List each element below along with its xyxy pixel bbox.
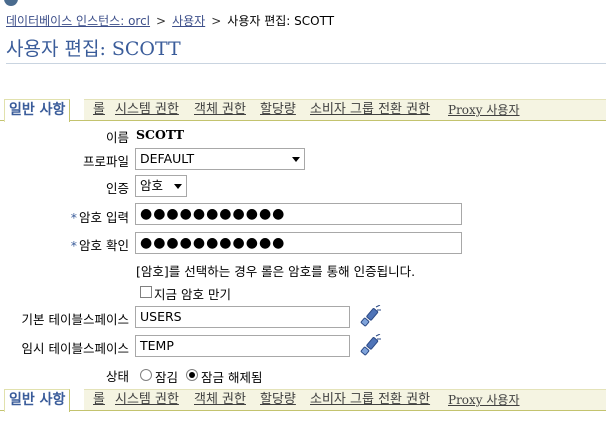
flashlight-search-icon[interactable] (358, 334, 382, 358)
name-label: 이름 (105, 130, 129, 145)
tab-roles[interactable]: 롤 (93, 101, 105, 121)
auth-select-value: 암호 (140, 178, 164, 193)
tab-bar-top: 일반 사항 롤 시스템 권한 객체 권한 할당량 소비자 그룹 전환 권한 Pr… (0, 99, 606, 122)
name-value: SCOTT (136, 127, 185, 142)
tab-quotas[interactable]: 할당량 (260, 101, 296, 121)
profile-select[interactable]: DEFAULT (135, 148, 305, 170)
tab-bar-bottom: 일반 사항 롤 시스템 권한 객체 권한 할당량 소비자 그룹 전환 권한 Pr… (0, 389, 606, 412)
required-asterisk: * (70, 210, 78, 225)
profile-label: 프로파일 (82, 154, 129, 169)
tab-general[interactable]: 일반 사항 (4, 389, 71, 412)
header-logo-fragment (4, 0, 18, 6)
status-locked-label: 잠김 (155, 370, 179, 385)
breadcrumb-separator: > (156, 14, 167, 28)
default-tablespace-input[interactable]: USERS (135, 306, 350, 328)
expire-password-label: 지금 암호 만기 (154, 287, 231, 302)
flashlight-search-icon[interactable] (358, 305, 382, 329)
tab-consumer-group-switch[interactable]: 소비자 그룹 전환 권한 (310, 391, 430, 411)
temp-tablespace-label: 임시 테이블스페이스 (21, 341, 129, 356)
password-input[interactable]: ●●●●●●●●●●● (135, 203, 462, 225)
temp-tablespace-input[interactable]: TEMP (135, 335, 350, 357)
password-confirm-input[interactable]: ●●●●●●●●●●● (135, 232, 462, 254)
tab-system-privileges[interactable]: 시스템 권한 (115, 391, 179, 411)
password-confirm-label: * 암호 확인 (70, 238, 129, 253)
auth-label: 인증 (105, 181, 129, 196)
tab-general[interactable]: 일반 사항 (4, 99, 71, 122)
profile-select-value: DEFAULT (140, 151, 195, 166)
auth-select[interactable]: 암호 (135, 175, 187, 197)
tab-consumer-group-switch[interactable]: 소비자 그룹 전환 권한 (310, 101, 430, 121)
title-divider (6, 63, 606, 64)
breadcrumb: 데이터베이스 인스턴스: orcl > 사용자 > 사용자 편집: SCOTT (6, 12, 334, 29)
breadcrumb-db-instance-link[interactable]: 데이터베이스 인스턴스: orcl (6, 14, 150, 28)
tab-quotas[interactable]: 할당량 (260, 391, 296, 411)
tab-proxy-users[interactable]: Proxy 사용자 (448, 101, 520, 121)
chevron-down-icon (174, 184, 182, 189)
status-label: 상태 (105, 369, 129, 384)
tab-system-privileges[interactable]: 시스템 권한 (115, 101, 179, 121)
default-tablespace-label: 기본 테이블스페이스 (21, 312, 129, 327)
breadcrumb-separator: > (211, 14, 222, 28)
chevron-down-icon (292, 157, 300, 162)
required-asterisk: * (70, 238, 78, 253)
expire-password-checkbox[interactable] (140, 286, 152, 298)
tab-roles[interactable]: 롤 (93, 391, 105, 411)
breadcrumb-current: 사용자 편집: SCOTT (227, 14, 335, 28)
auth-help-text: [암호]를 선택하는 경우 롤은 암호를 통해 인증됩니다. (136, 264, 416, 279)
tab-object-privileges[interactable]: 객체 권한 (194, 391, 246, 411)
status-unlocked-label: 잠금 해제됨 (201, 370, 263, 385)
tab-proxy-users[interactable]: Proxy 사용자 (448, 391, 520, 411)
breadcrumb-users-link[interactable]: 사용자 (172, 14, 205, 28)
page-title: 사용자 편집: SCOTT (6, 38, 181, 60)
status-locked-radio[interactable] (140, 369, 152, 381)
status-unlocked-radio[interactable] (186, 369, 198, 381)
tab-object-privileges[interactable]: 객체 권한 (194, 101, 246, 121)
password-label: * 암호 입력 (70, 210, 129, 225)
